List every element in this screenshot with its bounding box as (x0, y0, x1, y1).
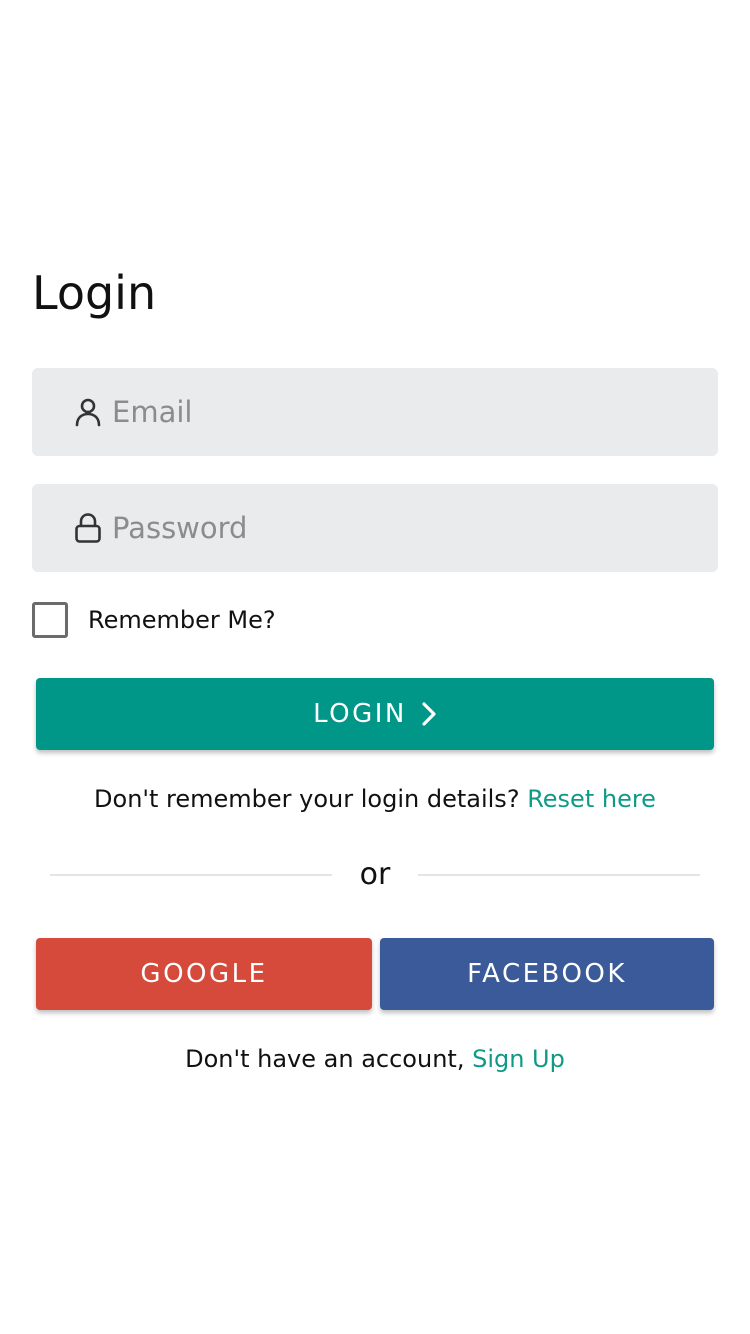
google-button-label: GOOGLE (140, 959, 268, 989)
facebook-button-label: FACEBOOK (467, 959, 627, 989)
facebook-login-button[interactable]: FACEBOOK (380, 938, 714, 1010)
page-title: Login (32, 266, 157, 320)
email-field[interactable] (32, 368, 718, 456)
reset-password-link[interactable]: Reset here (527, 785, 656, 813)
divider-or: or (359, 857, 391, 892)
password-field[interactable] (32, 484, 718, 572)
reset-password-text: Don't remember your login details? (94, 785, 528, 813)
remember-me-label: Remember Me? (88, 606, 276, 634)
reset-password-prompt: Don't remember your login details? Reset… (0, 782, 750, 816)
login-button[interactable]: LOGIN (36, 678, 714, 750)
email-input[interactable] (112, 368, 702, 456)
chevron-right-icon (421, 701, 437, 727)
login-button-label: LOGIN (313, 699, 407, 729)
divider-line-left (50, 874, 332, 876)
signup-text: Don't have an account, (185, 1045, 473, 1073)
password-input[interactable] (112, 484, 702, 572)
signup-link[interactable]: Sign Up (472, 1045, 565, 1073)
divider-line-right (418, 874, 700, 876)
user-icon (73, 397, 103, 427)
signup-prompt: Don't have an account, Sign Up (0, 1042, 750, 1076)
lock-icon (73, 513, 103, 543)
remember-me[interactable]: Remember Me? (32, 602, 276, 638)
remember-me-checkbox[interactable] (32, 602, 68, 638)
google-login-button[interactable]: GOOGLE (36, 938, 372, 1010)
